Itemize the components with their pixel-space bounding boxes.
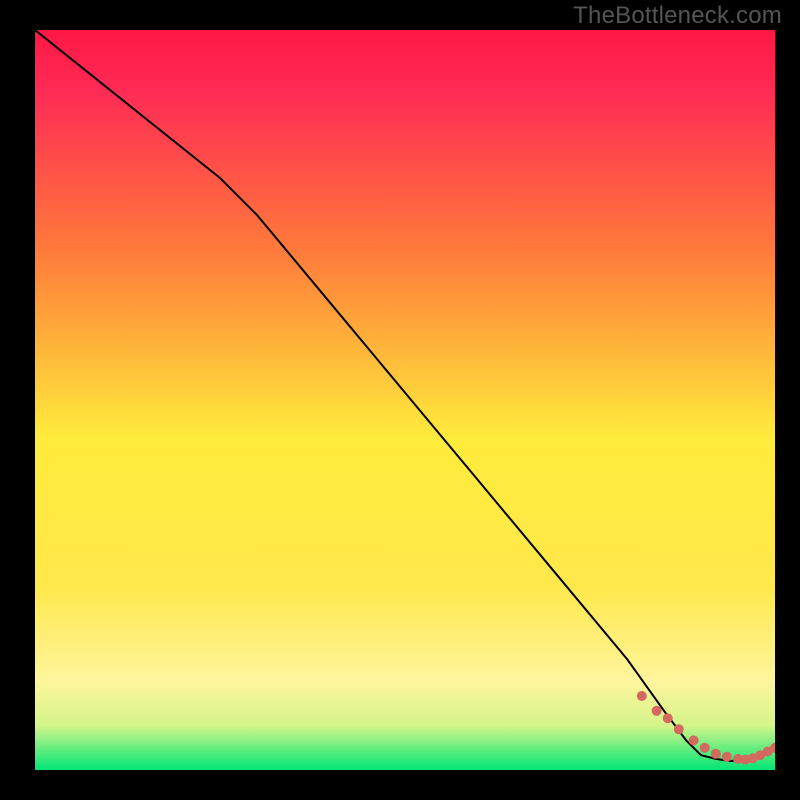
plot-area <box>35 30 775 770</box>
data-point <box>652 706 662 716</box>
chart-stage: TheBottleneck.com <box>0 0 800 800</box>
plot-svg <box>35 30 775 770</box>
data-point <box>674 724 684 734</box>
gradient-background <box>35 30 775 770</box>
data-point <box>700 743 710 753</box>
data-point <box>689 735 699 745</box>
data-point <box>722 752 732 762</box>
watermark-text: TheBottleneck.com <box>573 2 782 30</box>
data-point <box>711 749 721 759</box>
data-point <box>663 713 673 723</box>
data-point <box>637 691 647 701</box>
